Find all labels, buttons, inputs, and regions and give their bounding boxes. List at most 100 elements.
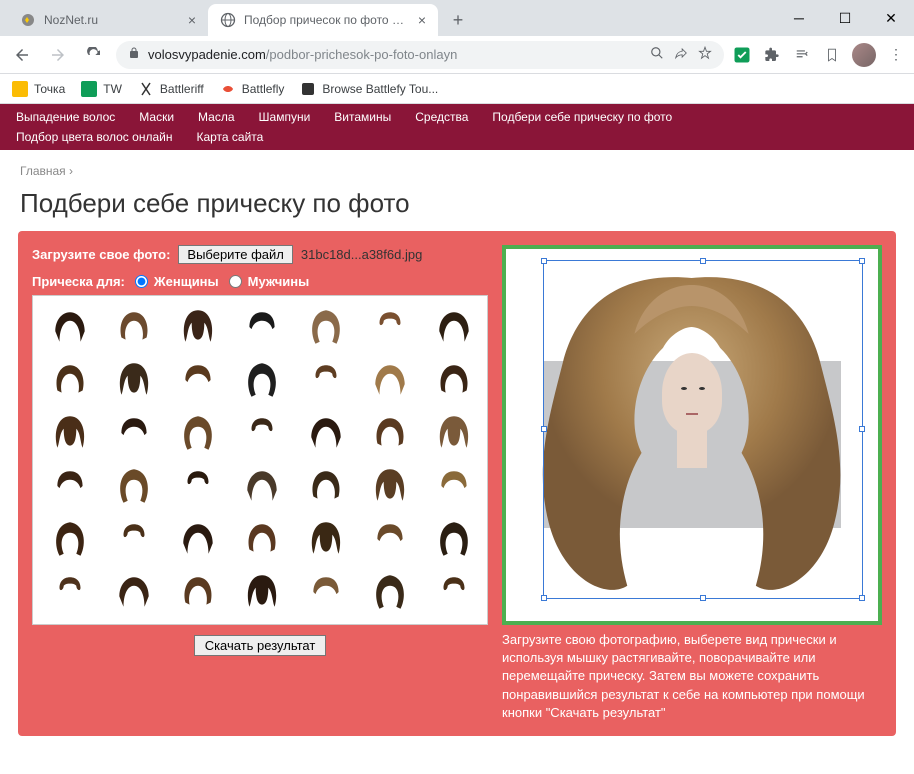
star-icon[interactable]	[698, 46, 712, 63]
globe-icon	[220, 12, 236, 28]
bookmark-item[interactable]: Browse Battlefy Tou...	[300, 81, 438, 97]
hairstyle-option[interactable]	[103, 514, 165, 564]
hairstyle-option[interactable]	[167, 514, 229, 564]
address-bar[interactable]: volosvypadenie.com/podbor-prichesok-po-f…	[116, 41, 724, 69]
gender-female-label: Женщины	[154, 274, 219, 289]
tab-label: NozNet.ru	[44, 13, 180, 27]
hairstyle-option[interactable]	[39, 514, 101, 564]
share-icon[interactable]	[674, 46, 688, 63]
hairstyle-option[interactable]	[295, 567, 357, 617]
breadcrumb: Главная ›	[0, 150, 914, 184]
gender-male-radio[interactable]	[229, 275, 242, 288]
minimize-button[interactable]: ─	[776, 0, 822, 36]
extension-list-icon[interactable]	[792, 45, 812, 65]
hairstyle-option[interactable]	[103, 302, 165, 352]
instructions-text: Загрузите свою фотографию, выберете вид …	[502, 631, 882, 722]
hairstyle-option[interactable]	[359, 355, 421, 405]
back-button[interactable]	[8, 41, 36, 69]
hairstyle-option[interactable]	[359, 567, 421, 617]
hairstyle-option[interactable]	[423, 567, 485, 617]
hairstyle-option[interactable]	[103, 408, 165, 458]
nav-link[interactable]: Масла	[198, 110, 234, 124]
nav-link[interactable]: Средства	[415, 110, 468, 124]
bookmark-item[interactable]: TW	[81, 81, 122, 97]
hairstyle-option[interactable]	[359, 408, 421, 458]
hairstyle-option[interactable]	[231, 567, 293, 617]
close-window-button[interactable]: ✕	[868, 0, 914, 36]
nav-link[interactable]: Витамины	[334, 110, 391, 124]
hairstyle-option[interactable]	[103, 461, 165, 511]
hairstyle-option[interactable]	[231, 355, 293, 405]
browser-tab-active[interactable]: Подбор причесок по фото онла... ×	[208, 4, 438, 36]
nav-link[interactable]: Карта сайта	[196, 130, 263, 144]
bookmarks-bar: Точка TW Battleriff Battlefly Browse Bat…	[0, 74, 914, 104]
extension-checkmark-icon[interactable]	[732, 45, 752, 65]
hairstyle-option[interactable]	[359, 461, 421, 511]
nav-link[interactable]: Выпадение волос	[16, 110, 115, 124]
site-nav-2: Подбор цвета волос онлайн Карта сайта	[0, 130, 914, 150]
hairstyle-option[interactable]	[39, 408, 101, 458]
nav-link[interactable]: Подбор цвета волос онлайн	[16, 130, 172, 144]
hairstyle-option[interactable]	[423, 461, 485, 511]
reload-button[interactable]	[80, 41, 108, 69]
profile-avatar[interactable]	[852, 43, 876, 67]
hairstyle-option[interactable]	[39, 355, 101, 405]
hairstyle-option[interactable]	[39, 302, 101, 352]
nav-link[interactable]: Маски	[139, 110, 174, 124]
hairstyle-option[interactable]	[423, 302, 485, 352]
hairstyle-option[interactable]	[423, 355, 485, 405]
hairstyle-option[interactable]	[231, 302, 293, 352]
hairstyle-option[interactable]	[39, 567, 101, 617]
url-path: /podbor-prichesok-po-foto-onlayn	[266, 47, 458, 62]
forward-button[interactable]	[44, 41, 72, 69]
preview-canvas[interactable]	[502, 245, 882, 625]
extension-puzzle-icon[interactable]	[762, 45, 782, 65]
hairstyle-option[interactable]	[231, 461, 293, 511]
nav-link[interactable]: Шампуни	[259, 110, 311, 124]
hairstyle-option[interactable]	[167, 461, 229, 511]
extension-bookmark-icon[interactable]	[822, 45, 842, 65]
breadcrumb-separator: ›	[69, 164, 73, 178]
hairstyle-option[interactable]	[295, 514, 357, 564]
hairstyle-option[interactable]	[359, 302, 421, 352]
hairstyle-option[interactable]	[167, 355, 229, 405]
hairstyle-option[interactable]	[295, 302, 357, 352]
gender-female-radio[interactable]	[135, 275, 148, 288]
hairstyle-option[interactable]	[423, 408, 485, 458]
selection-box[interactable]	[543, 260, 863, 599]
hairstyle-option[interactable]	[39, 461, 101, 511]
tab-label: Подбор причесок по фото онла...	[244, 13, 410, 27]
hairstyle-option[interactable]	[231, 514, 293, 564]
browser-tab[interactable]: NozNet.ru ×	[8, 4, 208, 36]
bookmark-item[interactable]: Точка	[12, 81, 65, 97]
hairstyle-option[interactable]	[167, 302, 229, 352]
hairstyle-option[interactable]	[423, 514, 485, 564]
close-icon[interactable]: ×	[188, 12, 196, 28]
url-domain: volosvypadenie.com	[148, 47, 266, 62]
hairstyle-option[interactable]	[103, 567, 165, 617]
lock-icon	[128, 47, 140, 62]
maximize-button[interactable]: ☐	[822, 0, 868, 36]
hairstyle-option[interactable]	[167, 567, 229, 617]
breadcrumb-home[interactable]: Главная	[20, 164, 66, 178]
gender-label: Прическа для:	[32, 274, 125, 289]
hairstyle-option[interactable]	[359, 514, 421, 564]
upload-label: Загрузите свое фото:	[32, 247, 170, 262]
new-tab-button[interactable]: +	[444, 6, 472, 34]
hairstyle-option[interactable]	[295, 355, 357, 405]
choose-file-button[interactable]: Выберите файл	[178, 245, 292, 264]
hairstyle-option[interactable]	[103, 355, 165, 405]
site-nav: Выпадение волос Маски Масла Шампуни Вита…	[0, 104, 914, 130]
hairstyle-option[interactable]	[295, 408, 357, 458]
nav-link[interactable]: Подбери себе прическу по фото	[492, 110, 672, 124]
bookmark-item[interactable]: Battlefly	[220, 81, 285, 97]
hairstyle-option[interactable]	[231, 408, 293, 458]
hairstyle-option[interactable]	[295, 461, 357, 511]
download-result-button[interactable]: Скачать результат	[194, 635, 327, 656]
close-icon[interactable]: ×	[418, 12, 426, 28]
bookmark-item[interactable]: Battleriff	[138, 81, 204, 97]
menu-icon[interactable]: ⋮	[886, 45, 906, 65]
favicon-icon	[20, 12, 36, 28]
hairstyle-option[interactable]	[167, 408, 229, 458]
search-icon[interactable]	[650, 46, 664, 63]
